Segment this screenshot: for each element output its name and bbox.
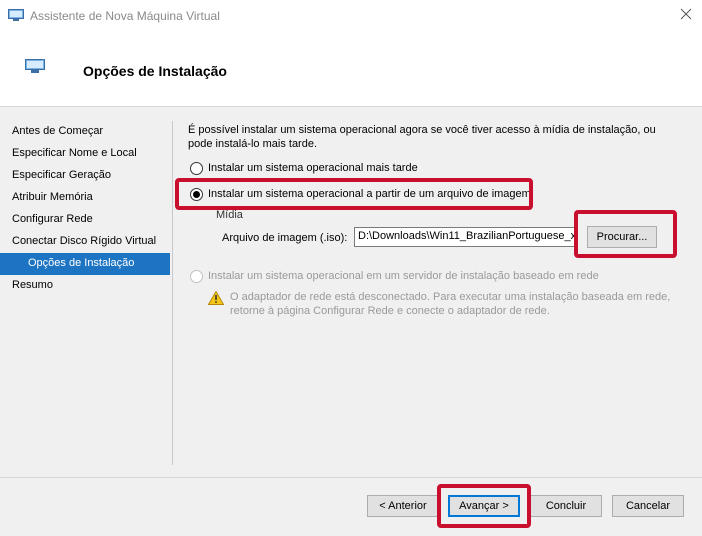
radio-install-later[interactable] [190, 162, 203, 175]
page-description: É possível instalar um sistema operacion… [188, 124, 656, 150]
sidebar-item-label: Conectar Disco Rígido Virtual [12, 235, 157, 247]
wizard-body: Antes de Começar Especificar Nome e Loca… [0, 107, 702, 477]
option-install-later-label[interactable]: Instalar um sistema operacional mais tar… [208, 162, 418, 174]
warning-icon [208, 291, 224, 305]
wizard-footer: < Anterior Avançar > Concluir Cancelar [0, 477, 702, 536]
sidebar-item-configurar-rede[interactable]: Configurar Rede [0, 209, 170, 231]
sidebar-item-label: Configurar Rede [12, 213, 93, 225]
close-icon[interactable] [679, 7, 693, 21]
sidebar-item-conectar-disco[interactable]: Conectar Disco Rígido Virtual [0, 231, 170, 253]
page-header: Opções de Instalação [0, 32, 702, 107]
title-bar: Assistente de Nova Máquina Virtual [0, 0, 702, 32]
option-install-network-label[interactable]: Instalar um sistema operacional em um se… [208, 270, 599, 282]
iso-file-label: Arquivo de imagem (.iso): [222, 232, 348, 244]
network-warning-text: O adaptador de rede está desconectado. P… [230, 291, 671, 317]
radio-install-network[interactable] [190, 270, 203, 283]
sidebar-item-antes-de-comecar[interactable]: Antes de Começar [0, 121, 170, 143]
sidebar-item-opcoes-instalacao[interactable]: Opções de Instalação [0, 253, 170, 275]
sidebar-item-label: Antes de Começar [12, 125, 104, 137]
sidebar-item-label: Especificar Geração [12, 169, 112, 181]
highlight-browse-button [574, 210, 677, 258]
cancel-button[interactable]: Cancelar [612, 495, 684, 517]
virtual-machine-icon [25, 59, 45, 73]
sidebar-item-label: Resumo [12, 279, 53, 291]
sidebar-divider [172, 121, 173, 465]
page-title: Opções de Instalação [83, 63, 227, 79]
finish-button[interactable]: Concluir [530, 495, 602, 517]
sidebar-item-resumo[interactable]: Resumo [0, 275, 170, 297]
sidebar-item-especificar-geracao[interactable]: Especificar Geração [0, 165, 170, 187]
media-legend: Mídia [216, 209, 243, 221]
highlight-next-button [437, 484, 531, 528]
wizard-steps-sidebar: Antes de Começar Especificar Nome e Loca… [0, 121, 170, 297]
highlight-image-option [175, 178, 533, 210]
sidebar-item-label: Atribuir Memória [12, 191, 93, 203]
sidebar-item-atribuir-memoria[interactable]: Atribuir Memória [0, 187, 170, 209]
iso-path-input[interactable]: D:\Downloads\Win11_BrazilianPortuguese_x… [354, 227, 578, 247]
sidebar-item-label: Opções de Instalação [28, 257, 135, 269]
sidebar-item-especificar-nome[interactable]: Especificar Nome e Local [0, 143, 170, 165]
virtual-machine-icon [8, 9, 24, 21]
window-title: Assistente de Nova Máquina Virtual [30, 9, 220, 23]
sidebar-item-label: Especificar Nome e Local [12, 147, 137, 159]
back-button[interactable]: < Anterior [367, 495, 439, 517]
